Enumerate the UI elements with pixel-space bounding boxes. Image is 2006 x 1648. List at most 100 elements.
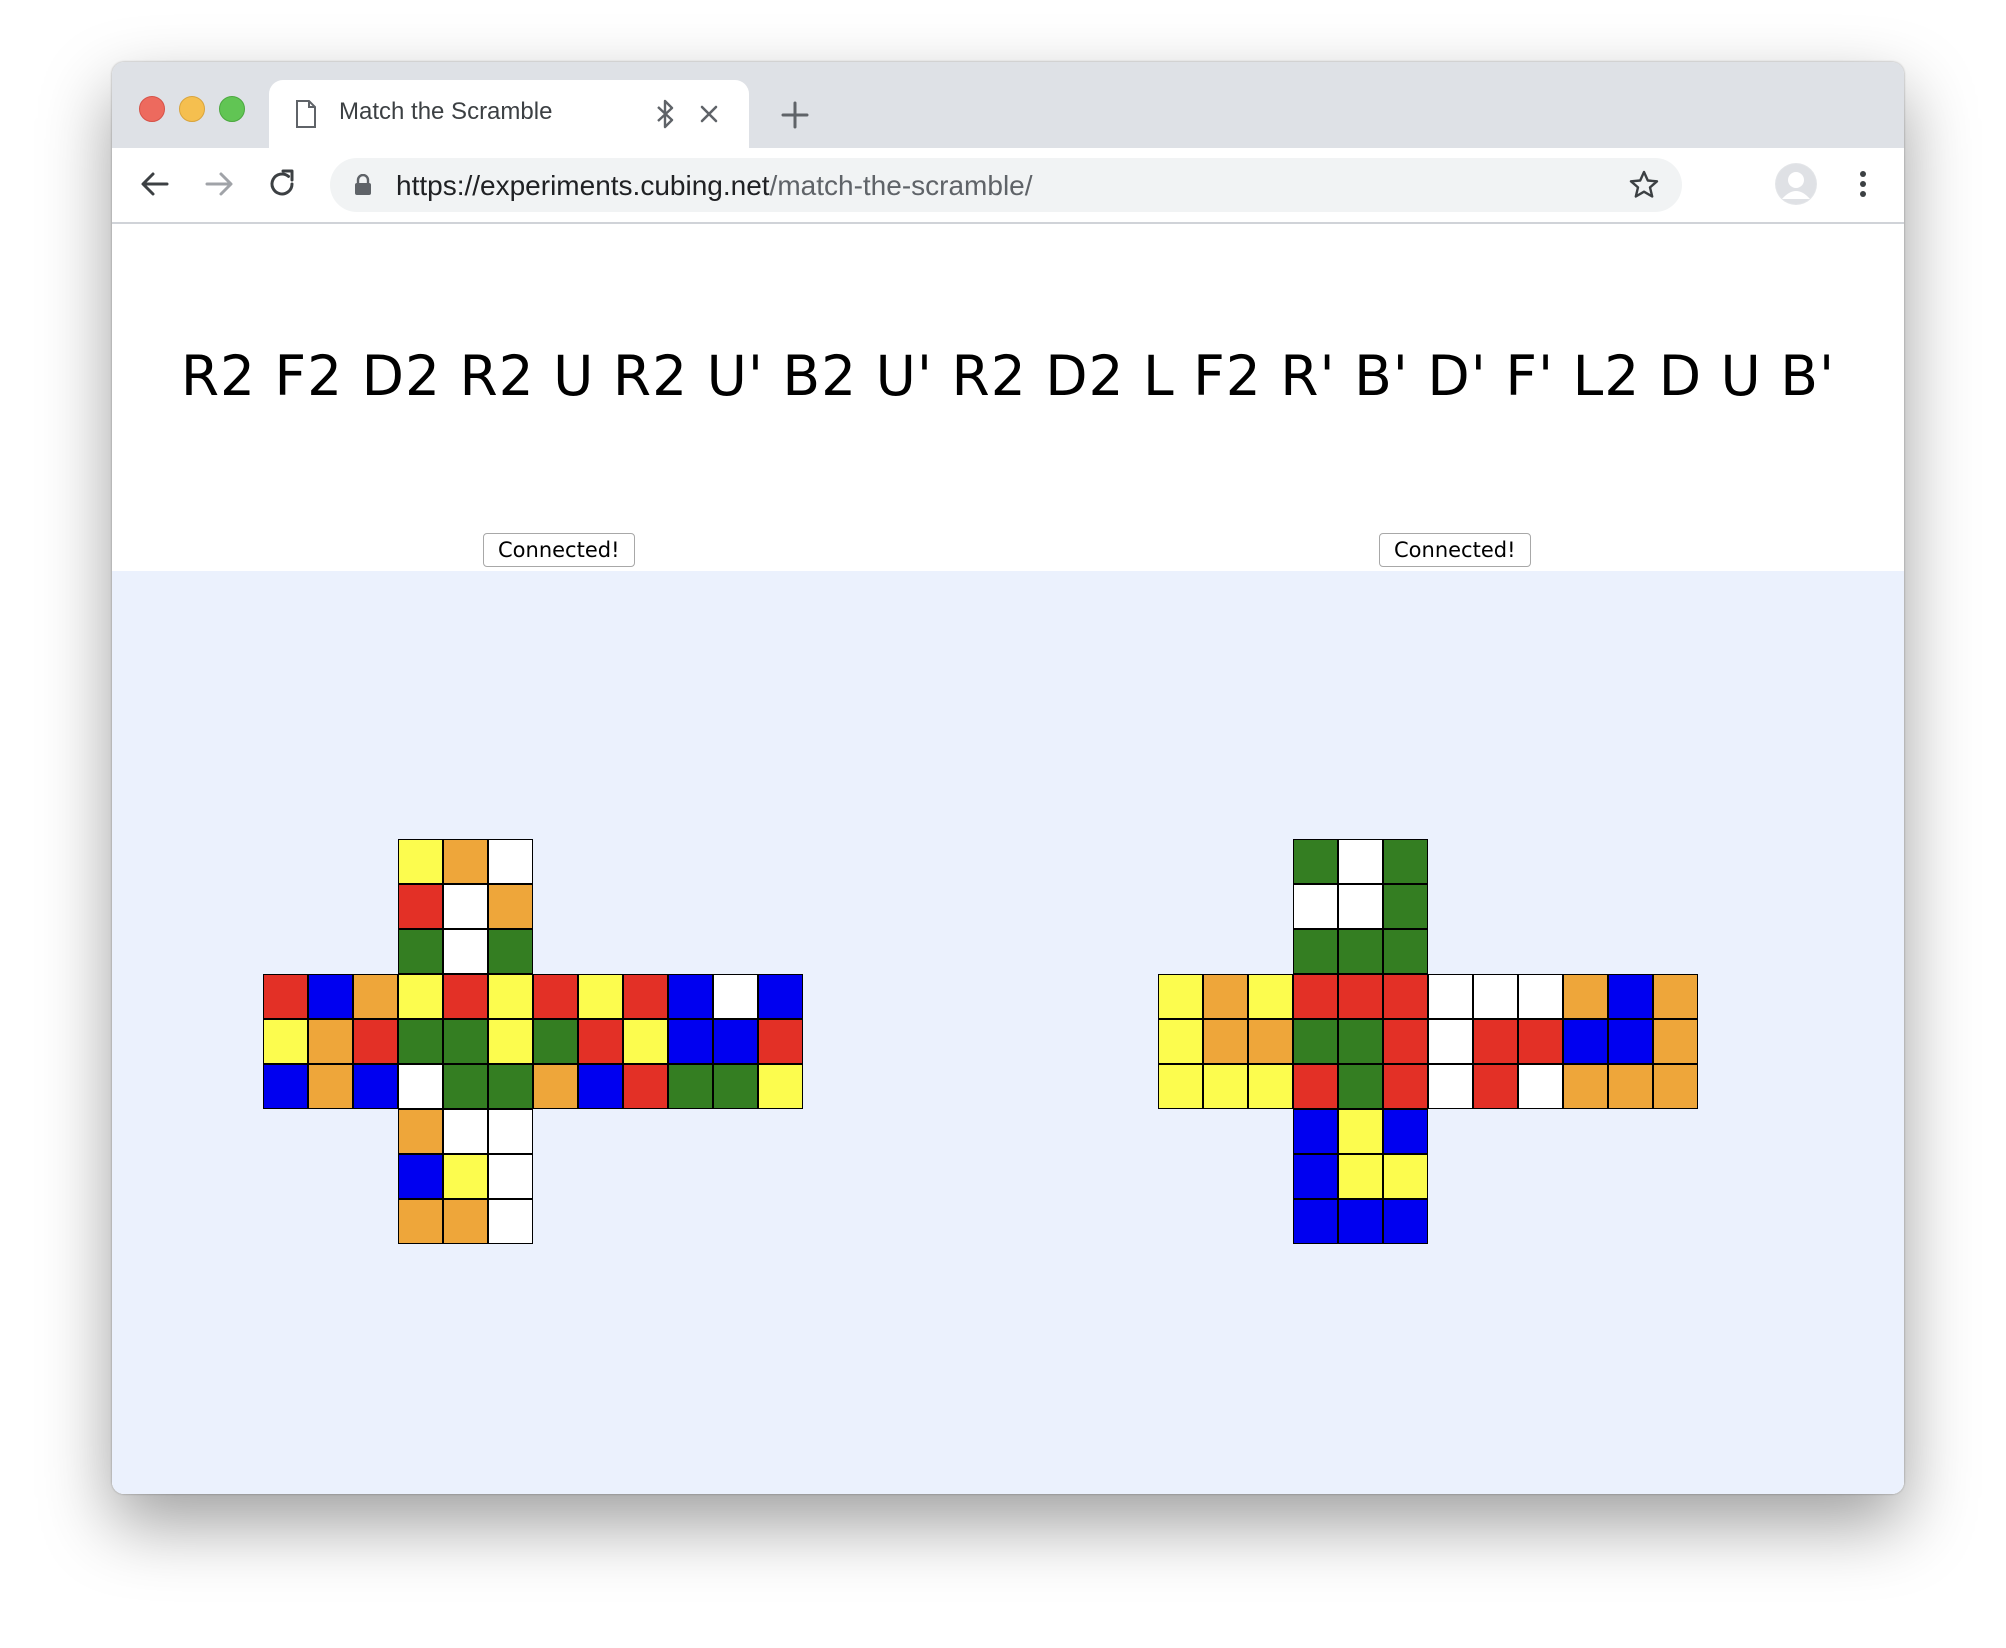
- tab-match-the-scramble[interactable]: Match the Scramble: [269, 80, 749, 148]
- tab-strip: Match the Scramble: [112, 62, 1904, 148]
- sticker-R-1-1: [578, 1019, 623, 1064]
- sticker-D-2-2: [488, 1199, 533, 1244]
- sticker-U-0-1: [1338, 839, 1383, 884]
- sticker-L-1-0: [263, 1019, 308, 1064]
- sticker-U-0-2: [1383, 839, 1428, 884]
- sticker-L-2-2: [1248, 1064, 1293, 1109]
- sticker-B-2-1: [713, 1064, 758, 1109]
- sticker-R-0-1: [578, 974, 623, 1019]
- sticker-B-0-1: [713, 974, 758, 1019]
- sticker-U-0-1: [443, 839, 488, 884]
- lock-icon: [355, 174, 371, 195]
- reload-icon[interactable]: [265, 167, 299, 201]
- sticker-R-0-0: [1428, 974, 1473, 1019]
- sticker-U-0-0: [1293, 839, 1338, 884]
- sticker-D-1-0: [1293, 1154, 1338, 1199]
- sticker-F-1-0: [1293, 1019, 1338, 1064]
- sticker-F-2-2: [488, 1064, 533, 1109]
- sticker-D-0-2: [488, 1109, 533, 1154]
- sticker-D-2-0: [1293, 1199, 1338, 1244]
- sticker-B-2-2: [1653, 1064, 1698, 1109]
- sticker-L-2-0: [263, 1064, 308, 1109]
- sticker-U-1-0: [1293, 884, 1338, 929]
- sticker-F-1-2: [1383, 1019, 1428, 1064]
- bookmark-star-icon[interactable]: [1628, 169, 1660, 201]
- profile-avatar[interactable]: [1775, 163, 1817, 205]
- sticker-U-0-2: [488, 839, 533, 884]
- sticker-B-1-0: [1563, 1019, 1608, 1064]
- close-window-button[interactable]: [139, 96, 165, 122]
- sticker-D-0-0: [1293, 1109, 1338, 1154]
- sticker-D-2-1: [443, 1199, 488, 1244]
- sticker-B-0-1: [1608, 974, 1653, 1019]
- sticker-B-1-1: [713, 1019, 758, 1064]
- sticker-R-1-0: [1428, 1019, 1473, 1064]
- sticker-D-1-0: [398, 1154, 443, 1199]
- document-icon: [296, 100, 316, 128]
- sticker-F-0-1: [1338, 974, 1383, 1019]
- new-tab-icon[interactable]: [780, 100, 810, 130]
- forward-arrow-icon[interactable]: [202, 167, 236, 201]
- sticker-D-1-2: [488, 1154, 533, 1199]
- sticker-R-2-0: [1428, 1064, 1473, 1109]
- sticker-D-0-0: [398, 1109, 443, 1154]
- close-tab-icon[interactable]: [697, 102, 721, 126]
- sticker-R-2-1: [1473, 1064, 1518, 1109]
- sticker-F-2-0: [398, 1064, 443, 1109]
- sticker-L-2-1: [308, 1064, 353, 1109]
- sticker-D-1-1: [443, 1154, 488, 1199]
- sticker-L-0-1: [1203, 974, 1248, 1019]
- sticker-R-1-2: [1518, 1019, 1563, 1064]
- sticker-L-0-2: [1248, 974, 1293, 1019]
- sticker-D-0-1: [443, 1109, 488, 1154]
- sticker-U-2-0: [398, 929, 443, 974]
- sticker-B-0-2: [758, 974, 803, 1019]
- sticker-F-1-1: [1338, 1019, 1383, 1064]
- sticker-U-2-0: [1293, 929, 1338, 974]
- sticker-R-0-2: [1518, 974, 1563, 1019]
- url-text[interactable]: https://experiments.cubing.net/match-the…: [396, 170, 1033, 202]
- sticker-L-0-0: [263, 974, 308, 1019]
- connect-button-left[interactable]: Connected!: [483, 533, 635, 567]
- sticker-B-1-2: [1653, 1019, 1698, 1064]
- sticker-U-2-1: [1338, 929, 1383, 974]
- sticker-B-0-2: [1653, 974, 1698, 1019]
- sticker-D-0-2: [1383, 1109, 1428, 1154]
- sticker-R-0-0: [533, 974, 578, 1019]
- sticker-F-1-1: [443, 1019, 488, 1064]
- sticker-R-1-0: [533, 1019, 578, 1064]
- cube-net-right: [1158, 839, 1698, 1244]
- sticker-R-1-2: [623, 1019, 668, 1064]
- sticker-L-1-0: [1158, 1019, 1203, 1064]
- sticker-B-0-0: [1563, 974, 1608, 1019]
- url-host: https://experiments.cubing.net: [396, 170, 770, 201]
- sticker-R-2-0: [533, 1064, 578, 1109]
- address-bar[interactable]: https://experiments.cubing.net/match-the…: [330, 158, 1682, 212]
- sticker-R-0-2: [623, 974, 668, 1019]
- sticker-U-1-1: [1338, 884, 1383, 929]
- sticker-F-2-1: [443, 1064, 488, 1109]
- sticker-L-1-2: [1248, 1019, 1293, 1064]
- minimize-window-button[interactable]: [179, 96, 205, 122]
- sticker-B-2-0: [1563, 1064, 1608, 1109]
- sticker-F-0-0: [1293, 974, 1338, 1019]
- profile-icon: [1776, 164, 1816, 204]
- sticker-B-2-2: [758, 1064, 803, 1109]
- sticker-L-2-2: [353, 1064, 398, 1109]
- sticker-U-0-0: [398, 839, 443, 884]
- sticker-F-2-2: [1383, 1064, 1428, 1109]
- sticker-U-2-2: [1383, 929, 1428, 974]
- bluetooth-icon: [657, 99, 674, 129]
- connect-button-right[interactable]: Connected!: [1379, 533, 1531, 567]
- sticker-F-1-0: [398, 1019, 443, 1064]
- back-arrow-icon[interactable]: [138, 167, 172, 201]
- maximize-window-button[interactable]: [219, 96, 245, 122]
- sticker-F-2-1: [1338, 1064, 1383, 1109]
- sticker-L-0-0: [1158, 974, 1203, 1019]
- sticker-B-2-1: [1608, 1064, 1653, 1109]
- sticker-B-1-2: [758, 1019, 803, 1064]
- more-menu-icon[interactable]: [1846, 167, 1880, 201]
- scramble-sequence: R2 F2 D2 R2 U R2 U' B2 U' R2 D2 L F2 R' …: [180, 344, 1836, 408]
- page-content: R2 F2 D2 R2 U R2 U' B2 U' R2 D2 L F2 R' …: [112, 224, 1904, 1494]
- sticker-F-1-2: [488, 1019, 533, 1064]
